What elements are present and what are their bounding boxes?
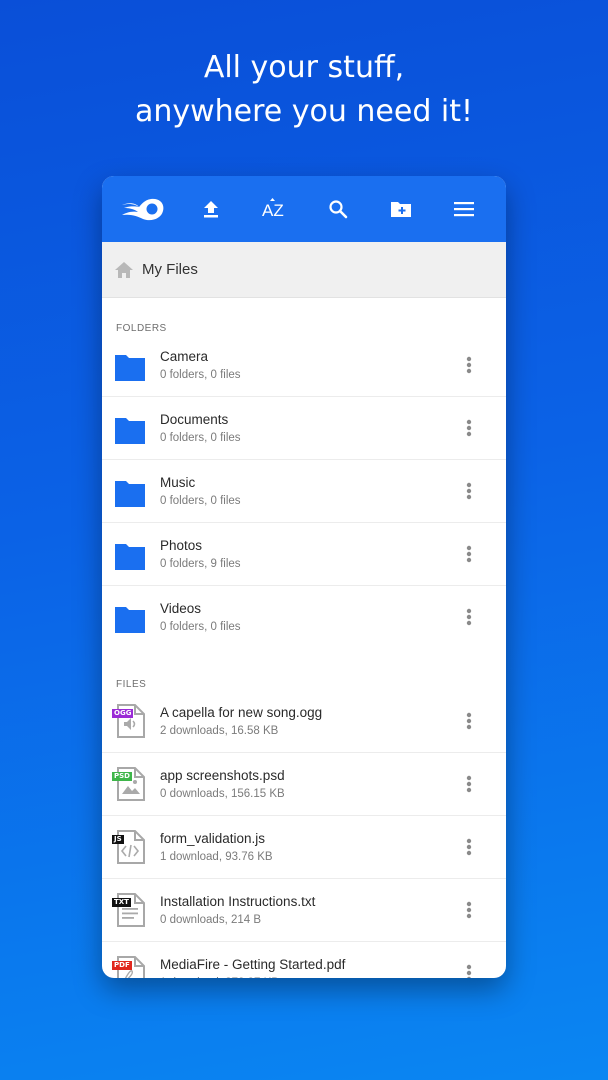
file-name: app screenshots.psd [160, 767, 285, 783]
phone-card: AZ My Files FOLDERS Camera 0 folders, 0 f… [102, 176, 506, 978]
folder-row[interactable]: Camera 0 folders, 0 files [102, 334, 506, 397]
file-type-badge: PSD [112, 772, 132, 781]
folder-icon [113, 599, 147, 635]
text-file-icon: TXT [112, 892, 147, 928]
folder-name: Music [160, 474, 196, 490]
upload-icon[interactable] [191, 189, 231, 229]
more-options-icon[interactable] [454, 892, 484, 928]
audio-file-icon: OGG [112, 703, 147, 739]
folder-meta: 0 folders, 0 files [160, 620, 241, 633]
more-options-icon[interactable] [454, 703, 484, 739]
search-icon[interactable] [318, 189, 358, 229]
more-options-icon[interactable] [454, 473, 484, 509]
file-type-badge: TXT [112, 898, 131, 907]
folder-row[interactable]: Videos 0 folders, 0 files [102, 586, 506, 648]
folder-icon [113, 536, 147, 572]
new-folder-icon[interactable] [381, 189, 421, 229]
more-options-icon[interactable] [454, 599, 484, 635]
more-options-icon[interactable] [454, 955, 484, 978]
code-file-icon: JS [112, 829, 147, 865]
folder-icon [113, 347, 147, 383]
folder-icon [113, 410, 147, 446]
file-meta: 1 download, 93.76 KB [160, 850, 273, 863]
headline: All your stuff, anywhere you need it! [0, 46, 608, 134]
breadcrumb-label: My Files [142, 261, 198, 278]
file-name: Installation Instructions.txt [160, 893, 316, 909]
file-list: OGG A capella for new song.ogg 2 downloads… [102, 690, 506, 978]
file-name: MediaFire - Getting Started.pdf [160, 956, 346, 972]
headline-line-1: All your stuff, [203, 50, 405, 85]
folder-meta: 0 folders, 0 files [160, 431, 241, 444]
file-row[interactable]: PDF MediaFire - Getting Started.pdf 1 down… [102, 942, 506, 978]
file-name: A capella for new song.ogg [160, 704, 323, 720]
sort-az-icon[interactable]: AZ [254, 189, 294, 229]
folder-icon [113, 473, 147, 509]
headline-line-2: anywhere you need it! [134, 94, 474, 129]
folder-row[interactable]: Photos 0 folders, 9 files [102, 523, 506, 586]
mediafire-logo-icon[interactable] [118, 189, 168, 229]
image-file-icon: PSD [112, 766, 147, 802]
file-row[interactable]: JS form_validation.js 1 download, 93.76 KB [102, 816, 506, 879]
file-type-badge: OGG [112, 709, 134, 718]
more-options-icon[interactable] [454, 536, 484, 572]
toolbar: AZ [102, 176, 506, 242]
sort-az-label: AZ [262, 201, 284, 220]
pdf-file-icon: PDF [112, 955, 147, 978]
home-icon [115, 261, 133, 278]
folder-name: Videos [160, 600, 202, 616]
files-section-header: FILES [116, 679, 147, 690]
more-options-icon[interactable] [454, 347, 484, 383]
file-type-badge: JS [112, 835, 124, 844]
file-name: form_validation.js [160, 830, 266, 846]
folders-section-header: FOLDERS [116, 323, 167, 334]
folder-meta: 0 folders, 0 files [160, 368, 241, 381]
file-row[interactable]: TXT Installation Instructions.txt 0 downlo… [102, 879, 506, 942]
folder-row[interactable]: Music 0 folders, 0 files [102, 460, 506, 523]
more-options-icon[interactable] [454, 829, 484, 865]
file-meta: 0 downloads, 214 B [160, 913, 262, 926]
file-row[interactable]: OGG A capella for new song.ogg 2 downloads… [102, 690, 506, 753]
file-meta: 0 downloads, 156.15 KB [160, 787, 285, 800]
file-meta: 2 downloads, 16.58 KB [160, 724, 279, 737]
folder-name: Photos [160, 537, 203, 553]
file-row[interactable]: PSD app screenshots.psd 0 downloads, 156.1… [102, 753, 506, 816]
folder-list: Camera 0 folders, 0 files Documents 0 folde… [102, 334, 506, 648]
folder-meta: 0 folders, 0 files [160, 494, 241, 507]
menu-icon[interactable] [444, 189, 484, 229]
file-meta: 1 download, 372.37 KB [160, 975, 454, 979]
more-options-icon[interactable] [454, 410, 484, 446]
file-type-badge: PDF [112, 961, 132, 970]
folder-name: Documents [160, 411, 229, 427]
folder-name: Camera [160, 348, 209, 364]
more-options-icon[interactable] [454, 766, 484, 802]
folder-meta: 0 folders, 9 files [160, 557, 241, 570]
breadcrumb[interactable]: My Files [102, 242, 506, 298]
folder-row[interactable]: Documents 0 folders, 0 files [102, 397, 506, 460]
